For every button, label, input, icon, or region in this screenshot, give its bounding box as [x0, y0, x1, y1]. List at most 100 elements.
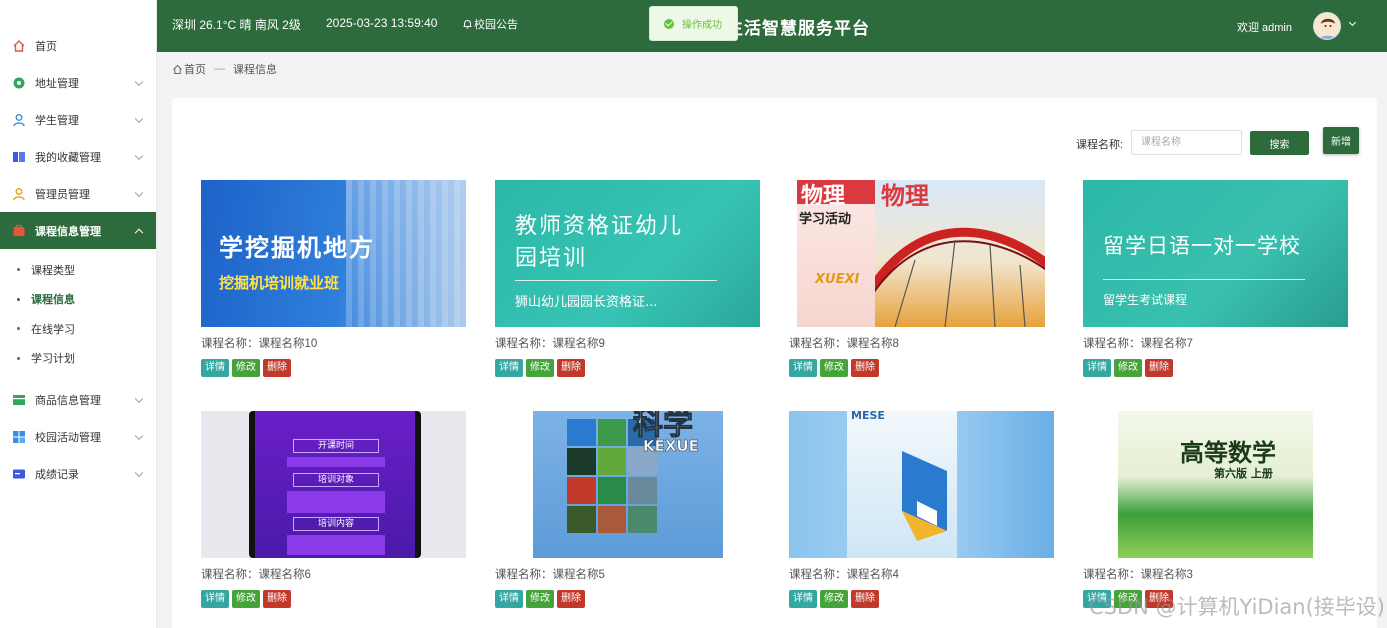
edit-button[interactable]: 修改 [526, 359, 554, 377]
delete-button[interactable]: 删除 [851, 590, 879, 608]
detail-button[interactable]: 详情 [1083, 359, 1111, 377]
weather-text: 深圳 26.1°C 晴 南风 2级 [172, 18, 301, 32]
detail-button[interactable]: 详情 [201, 590, 229, 608]
course-card: 高等数学 第六版 上册 课程名称：课程名称3 详情 修改 删除 [1083, 411, 1349, 608]
delete-button[interactable]: 删除 [263, 359, 291, 377]
menu-label: 商品信息管理 [35, 394, 101, 407]
menu-collection[interactable]: 我的收藏管理 [0, 138, 156, 175]
menu-grades[interactable]: 成绩记录 [0, 455, 156, 492]
edit-button[interactable]: 修改 [820, 590, 848, 608]
activity-icon [12, 430, 26, 444]
edit-button[interactable]: 修改 [232, 590, 260, 608]
course-icon [12, 224, 26, 238]
menu-label: 学生管理 [35, 114, 79, 127]
edit-button[interactable]: 修改 [232, 359, 260, 377]
breadcrumb-separator: — [214, 63, 225, 75]
delete-button[interactable]: 删除 [263, 590, 291, 608]
course-title: 课程名称：课程名称8 [789, 338, 899, 350]
record-icon [12, 467, 26, 481]
site-title: 生活智慧服务平台 [726, 19, 870, 38]
menu-admins[interactable]: 管理员管理 [0, 175, 156, 212]
chevron-up-icon [134, 228, 144, 237]
detail-button[interactable]: 详情 [789, 359, 817, 377]
submenu-label: 课程类型 [31, 264, 75, 277]
edit-button[interactable]: 修改 [526, 590, 554, 608]
submenu-study-plan[interactable]: 学习计划 [0, 344, 156, 374]
menu-students[interactable]: 学生管理 [0, 101, 156, 138]
toast-message: 操作成功 [682, 20, 722, 31]
menu-home[interactable]: 首页 [0, 27, 156, 64]
campus-notice-link[interactable]: 校园公告 [463, 16, 518, 32]
submenu-course-type[interactable]: 课程类型 [0, 255, 156, 285]
detail-button[interactable]: 详情 [495, 590, 523, 608]
sidebar: 首页 地址管理 学生管理 我的收藏管理 管理员管理 课程信息管理 课程类型 课程… [0, 0, 157, 628]
chevron-down-icon [134, 431, 144, 440]
course-title: 课程名称：课程名称10 [201, 338, 318, 350]
submenu-label: 课程信息 [31, 294, 75, 307]
delete-button[interactable]: 删除 [557, 590, 585, 608]
menu-activity[interactable]: 校园活动管理 [0, 418, 156, 455]
chevron-down-icon [134, 188, 144, 197]
course-title: 课程名称：课程名称5 [495, 569, 605, 581]
course-card: 留学日语一对一学校 留学生考试课程 课程名称：课程名称7 详情 修改 删除 [1083, 180, 1349, 377]
detail-button[interactable]: 详情 [789, 590, 817, 608]
home-icon [12, 39, 26, 53]
course-image[interactable]: 开课时间 培训对象 培训内容 [201, 411, 466, 558]
course-card: 教师资格证幼儿 园培训 狮山幼儿园园长资格证... 课程名称：课程名称9 详情修… [495, 180, 761, 377]
welcome-text: 欢迎 admin [1236, 22, 1292, 34]
course-card: 学挖掘机地方 挖掘机培训就业班 课程名称：课程名称10 详情 修改 删除 [201, 180, 467, 377]
menu-label: 课程信息管理 [35, 225, 101, 238]
roller-coaster-graphic [875, 227, 1045, 327]
menu-course-info[interactable]: 课程信息管理 [0, 212, 156, 249]
add-button[interactable]: 新增 [1323, 127, 1359, 154]
datetime-text: 2025-03-23 13:59:40 [326, 16, 438, 30]
course-image[interactable]: 学挖掘机地方 挖掘机培训就业班 [201, 180, 466, 327]
submenu-label: 在线学习 [31, 323, 75, 336]
course-image[interactable]: 留学日语一对一学校 留学生考试课程 [1083, 180, 1348, 327]
goods-icon [12, 393, 26, 407]
menu-label: 首页 [35, 40, 57, 53]
menu-address[interactable]: 地址管理 [0, 64, 156, 101]
course-image[interactable]: 高等数学 第六版 上册 [1083, 411, 1348, 558]
chevron-down-icon [134, 77, 144, 86]
course-image[interactable]: 教师资格证幼儿 园培训 狮山幼儿园园长资格证... [495, 180, 760, 327]
chevron-down-icon[interactable] [1348, 18, 1357, 27]
course-image[interactable]: 物理 学习活动 XUEXI 物理 [789, 180, 1054, 327]
edit-button[interactable]: 修改 [1114, 359, 1142, 377]
avatar[interactable] [1313, 12, 1341, 40]
menu-label: 校园活动管理 [35, 431, 101, 444]
course-card: 开课时间 培训对象 培训内容 课程名称：课程名称6 详情 修改 删除 [201, 411, 467, 608]
notice-label: 校园公告 [474, 19, 518, 31]
course-title: 课程名称：课程名称3 [1083, 569, 1193, 581]
course-title: 课程名称：课程名称9 [495, 338, 605, 350]
course-name-search-input[interactable] [1131, 130, 1242, 155]
menu-goods[interactable]: 商品信息管理 [0, 381, 156, 418]
submenu-course-info[interactable]: 课程信息 [0, 285, 156, 315]
success-toast: 操作成功 [649, 6, 738, 41]
delete-button[interactable]: 删除 [1145, 359, 1173, 377]
top-header: 深圳 26.1°C 晴 南风 2级 2025-03-23 13:59:40 校园… [157, 0, 1387, 52]
course-card: MESE 课程名称：课程名称4 详情 修改 删除 [789, 411, 1055, 608]
menu-label: 地址管理 [35, 77, 79, 90]
watermark: CSDN @计算机YiDian(接毕设) [1088, 595, 1385, 619]
course-list-panel: 课程名称: 搜索 新增 学挖掘机地方 挖掘机培训就业班 课程名称：课程名称10 … [172, 98, 1377, 628]
breadcrumb-home[interactable]: 首页 [184, 61, 206, 77]
bell-icon [463, 19, 472, 29]
course-image[interactable]: MESE [789, 411, 1054, 558]
breadcrumb: 首页 — 课程信息 [172, 61, 277, 77]
edit-button[interactable]: 修改 [820, 359, 848, 377]
course-card: 物理 学习活动 XUEXI 物理 课程名称：课程名称8 详情 修改 删除 [789, 180, 1055, 377]
submenu-course: 课程类型 课程信息 在线学习 学习计划 [0, 249, 156, 381]
chevron-down-icon [134, 468, 144, 477]
course-image[interactable]: 科学 KEXUE [495, 411, 760, 558]
search-label: 课程名称: [1076, 139, 1124, 151]
delete-button[interactable]: 删除 [557, 359, 585, 377]
course-title: 课程名称：课程名称7 [1083, 338, 1193, 350]
submenu-online-study[interactable]: 在线学习 [0, 314, 156, 344]
detail-button[interactable]: 详情 [201, 359, 229, 377]
chevron-down-icon [134, 394, 144, 403]
detail-button[interactable]: 详情 [495, 359, 523, 377]
admin-icon [12, 187, 26, 201]
delete-button[interactable]: 删除 [851, 359, 879, 377]
search-button[interactable]: 搜索 [1250, 131, 1309, 155]
